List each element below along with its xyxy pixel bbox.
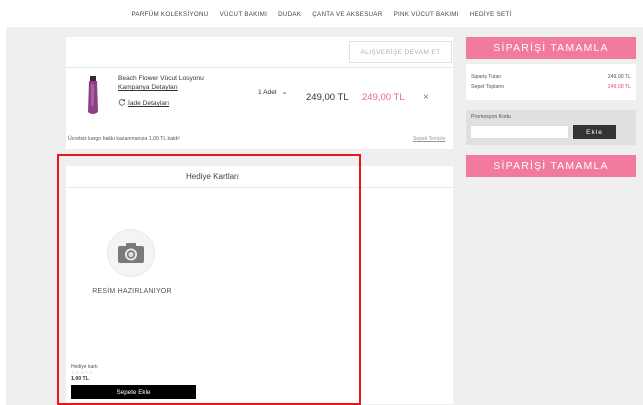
highlight-box bbox=[57, 154, 361, 405]
nav-body-care[interactable]: VÜCUT BAKIMI bbox=[220, 11, 268, 18]
unit-price: 249,00 TL bbox=[306, 92, 349, 103]
apply-promo-button[interactable]: Ekle bbox=[573, 125, 616, 139]
quantity-select[interactable]: 1 Adet ⌄ bbox=[258, 88, 288, 97]
refresh-icon bbox=[118, 99, 126, 106]
complete-order-button-top[interactable]: SİPARİŞİ TAMAMLA bbox=[466, 37, 636, 59]
promo-code-input[interactable] bbox=[470, 125, 569, 139]
clear-cart-link[interactable]: Sepeti Temizle bbox=[413, 136, 445, 142]
complete-order-button-bottom[interactable]: SİPARİŞİ TAMAMLA bbox=[466, 155, 636, 177]
quantity-value: 1 Adet bbox=[258, 88, 277, 96]
continue-shopping-button[interactable]: ALIŞVERİŞE DEVAM ET bbox=[349, 41, 452, 63]
top-navigation: PARFÜM KOLEKSİYONU VÜCUT BAKIMI DUDAK ÇA… bbox=[0, 0, 643, 28]
chevron-down-icon: ⌄ bbox=[281, 89, 288, 96]
return-details-link[interactable]: İade Detayları bbox=[128, 100, 169, 107]
order-total-value: 249,00 TL bbox=[607, 74, 631, 80]
discounted-price: 249,00 TL bbox=[362, 92, 405, 103]
cart-total-label: Sepet Toplamı bbox=[471, 84, 505, 90]
product-name[interactable]: Beach Flower Vücut Losyonu bbox=[118, 75, 204, 82]
campaign-details-link[interactable]: Kampanya Detayları bbox=[118, 84, 178, 91]
product-image[interactable] bbox=[86, 76, 100, 116]
cart-total-value: 249,00 TL bbox=[607, 84, 631, 90]
nav-gift-set[interactable]: HEDİYE SETİ bbox=[470, 11, 512, 18]
nav-lips[interactable]: DUDAK bbox=[278, 11, 301, 18]
order-summary bbox=[466, 64, 636, 100]
promo-code-label: Promosyon Kodu bbox=[471, 114, 511, 120]
free-shipping-note: Ücretsiz kargo hakkı kazanmanıza 1.00 TL… bbox=[68, 136, 180, 142]
divider bbox=[66, 67, 453, 68]
order-total-label: Sipariş Tutarı bbox=[471, 74, 502, 80]
nav-perfume[interactable]: PARFÜM KOLEKSİYONU bbox=[131, 11, 208, 18]
nav-pink-body-care[interactable]: PINK VÜCUT BAKIMI bbox=[394, 11, 459, 18]
nav-bags[interactable]: ÇANTA VE AKSESUAR bbox=[312, 11, 382, 18]
remove-item-icon[interactable]: × bbox=[423, 92, 429, 103]
